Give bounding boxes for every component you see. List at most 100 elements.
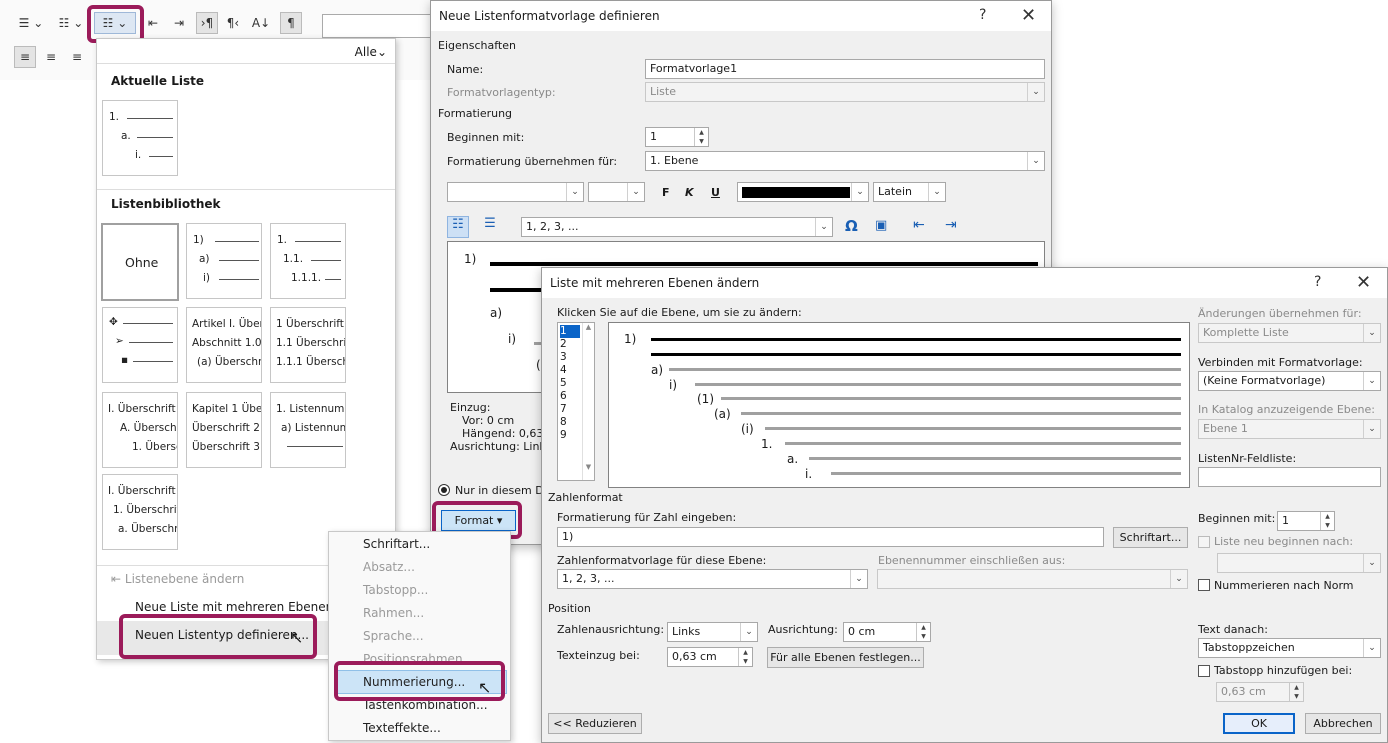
library-heading: Listenbibliothek [111,197,221,211]
rtl-icon[interactable]: ¶‹ [222,12,244,34]
menu-text-effects[interactable]: Texteffekte... [363,721,441,735]
restart-select: ⌄ [1217,553,1381,573]
start-at-spinner[interactable]: 1 ▲ ▼ [1277,511,1335,531]
aligned-at-spinner[interactable]: 0 cm ▲ ▼ [843,622,931,642]
level-item[interactable]: 7 [560,403,580,416]
style-type-select: Liste ⌄ [645,82,1045,102]
bold-icon[interactable]: F [662,186,670,199]
font-button[interactable]: Schriftart... [1113,527,1188,548]
sort-az-icon[interactable]: A↓ [250,12,272,34]
menu-language: Sprache... [363,629,424,643]
menu-border: Rahmen... [363,606,425,620]
color-select[interactable]: ⌄ [737,182,869,202]
level-item[interactable]: 2 [560,338,580,351]
level-list[interactable]: 1 2 3 4 5 6 7 8 9 ▲ ▼ [557,322,595,481]
listnum-label: ListenNr-Feldliste: [1198,452,1297,465]
help-icon[interactable]: ? [979,7,986,23]
start-at-label: Beginnen mit: [1198,512,1276,525]
italic-icon[interactable]: K [685,186,694,199]
picture-icon[interactable]: ▣ [875,218,887,233]
pilcrow-icon[interactable]: ¶ [280,12,302,34]
list-thumb-heading-roman[interactable]: I. Überschrift 1 A. Überschrift 1. Übers… [102,392,178,468]
current-list-thumb[interactable]: 1. a. i. [102,100,178,176]
align-right-icon[interactable]: ≡ [66,46,88,68]
dialog1-titlebar: Neue Listenformatvorlage definieren [431,1,1051,31]
filter-dropdown[interactable]: Alle⌄ [355,45,387,59]
style-type-label: Formatvorlagentyp: [447,86,556,99]
list-thumb-heading-roman2[interactable]: I. Überschrift 1 1. Überschrift a. Übers… [102,474,178,550]
decrease-indent-icon[interactable]: ⇤ [913,217,925,233]
formatting-heading: Formatierung [438,107,513,120]
start-at-spinner[interactable]: 1 ▲ ▼ [645,127,709,147]
number-style-select[interactable]: 1, 2, 3, ... ⌄ [557,569,868,589]
decrease-indent-icon[interactable]: ⇤ [142,12,164,34]
size-select[interactable]: ⌄ [588,182,645,202]
level-item[interactable]: 6 [560,390,580,403]
text-indent-spinner[interactable]: 0,63 cm ▲ ▼ [667,647,753,667]
list-none[interactable]: Ohne [101,223,179,301]
bullet-list-icon[interactable]: ☰ [479,216,501,238]
add-tab-checkbox[interactable] [1198,665,1210,677]
number-style-select[interactable]: 1, 2, 3, ... ⌄ [521,217,833,237]
level-item[interactable]: 5 [560,377,580,390]
follow-number-select[interactable]: Tabstoppzeichen ⌄ [1198,638,1381,658]
ok-button[interactable]: OK [1223,713,1295,734]
reduce-button[interactable]: << Reduzieren [548,713,642,734]
close-icon[interactable]: ✕ [1021,5,1036,26]
increase-indent-icon[interactable]: ⇥ [945,217,957,233]
align-left-icon[interactable]: ≡ [14,46,36,68]
number-format-heading: Zahlenformat [548,491,623,504]
menu-tabs: Tabstopp... [363,583,429,597]
script-select[interactable]: Latein ⌄ [873,182,946,202]
increase-indent-icon[interactable]: ⇥ [168,12,190,34]
set-all-levels-button[interactable]: Für alle Ebenen festlegen... [767,647,924,668]
list-thumb-article[interactable]: Artikel I. Übers Abschnitt 1.01 (a) Über… [186,307,262,383]
indent-before-info: Vor: 0 cm [462,414,515,427]
close-icon[interactable]: ✕ [1356,272,1371,293]
aligned-at-label: Ausrichtung: [768,623,838,636]
apply-changes-label: Änderungen übernehmen für: [1198,307,1362,320]
position-heading: Position [548,602,591,615]
underline-icon[interactable]: U [711,186,720,199]
listnum-field[interactable] [1198,467,1381,487]
list-thumb-parenthesis[interactable]: 1) a) i) [186,223,262,299]
level-item[interactable]: 3 [560,351,580,364]
cancel-button[interactable]: Abbrechen [1305,713,1381,734]
include-level-select: ⌄ [877,569,1188,589]
apply-to-select[interactable]: 1. Ebene ⌄ [645,151,1045,171]
symbol-icon[interactable]: Ω [845,217,858,235]
legal-numbering-checkbox[interactable] [1198,579,1210,591]
level-item[interactable]: 8 [560,416,580,429]
add-tab-label: Tabstopp hinzufügen bei: [1214,664,1353,677]
click-level-label: Klicken Sie auf die Ebene, um sie zu änd… [557,306,802,319]
list-thumb-bullets[interactable]: ✥ ➢ ▪ [102,307,178,383]
list-thumb-heading-decimal[interactable]: 1 Überschrift 1 1.1 Überschrift 1.1.1 Üb… [270,307,346,383]
level-scrollbar[interactable]: ▲ ▼ [582,323,594,480]
number-format-field[interactable]: 1) [557,527,1104,547]
bullets-icon[interactable]: ☰ ⌄ [14,12,48,34]
level-item[interactable]: 1 [560,325,580,338]
level-item[interactable]: 4 [560,364,580,377]
list-thumb-listnumber[interactable]: 1. Listennumm a) Listennumm [270,392,346,468]
indent-icon: ⇤ [111,572,122,586]
name-field[interactable]: Formatvorlage1 [645,59,1045,79]
text-indent-label: Texteinzug bei: [557,649,640,662]
link-style-select[interactable]: (Keine Formatvorlage) ⌄ [1198,371,1381,391]
list-thumb-chapter[interactable]: Kapitel 1 Übers Überschrift 2 Überschrif… [186,392,262,468]
only-this-document-radio[interactable] [438,484,450,496]
style-box[interactable] [322,14,432,38]
level-item[interactable]: 9 [560,429,580,442]
align-center-icon[interactable]: ≡ [40,46,62,68]
help-icon[interactable]: ? [1314,274,1321,290]
apply-changes-select: Komplette Liste ⌄ [1198,323,1381,343]
number-alignment-select[interactable]: Links ⌄ [667,622,758,642]
ltr-icon[interactable]: ›¶ [196,12,218,34]
menu-font[interactable]: Schriftart... [363,537,430,551]
define-multilevel-item[interactable]: Neue Liste mit mehreren Ebenen def [135,600,356,614]
font-select[interactable]: ⌄ [447,182,584,202]
list-thumb-decimal[interactable]: 1. 1.1. 1.1.1. [270,223,346,299]
link-style-label: Verbinden mit Formatvorlage: [1198,356,1363,369]
numbering-icon[interactable]: ☷ ⌄ [54,12,88,34]
mouse-cursor-icon: ↖ [290,628,304,647]
numbered-list-icon[interactable]: ☷ [447,216,469,238]
